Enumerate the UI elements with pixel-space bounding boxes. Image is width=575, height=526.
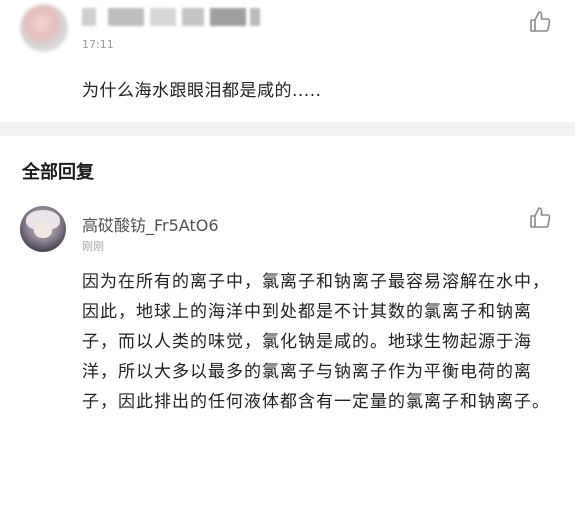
reply-author-avatar[interactable] [20, 206, 66, 252]
reply-content: 因为在所有的离子中，氯离子和钠离子最容易溶解在水中，因此，地球上的海洋中到处都是… [82, 272, 550, 412]
thumbs-up-icon [530, 207, 551, 228]
post-timestamp: 17:11 [82, 38, 114, 51]
comment-thread-page: 17:11 为什么海水跟眼泪都是咸的..... 全部回复 高砹酸钫_Fr5AtO… [0, 0, 575, 526]
section-divider [0, 122, 575, 136]
reply-timestamp: 刚刚 [82, 240, 104, 253]
post-content: 为什么海水跟眼泪都是咸的..... [82, 81, 322, 101]
thumbs-up-icon [530, 11, 551, 32]
post-like-button[interactable] [528, 10, 552, 34]
reply-username[interactable]: 高砹酸钫_Fr5AtO6 [82, 212, 219, 236]
avatar-face [34, 222, 52, 238]
author-name-blurred [82, 8, 262, 26]
original-post: 17:11 为什么海水跟眼泪都是咸的..... [0, 0, 575, 122]
reply-like-button[interactable] [528, 206, 552, 230]
all-replies-heading: 全部回复 [22, 162, 94, 183]
author-avatar-blurred[interactable] [20, 4, 68, 52]
